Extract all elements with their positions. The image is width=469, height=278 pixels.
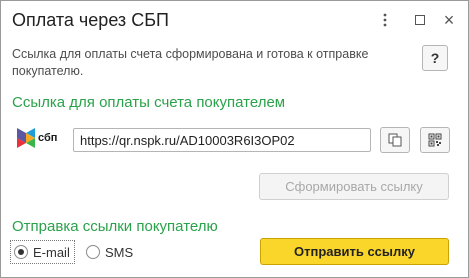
kebab-menu-icon[interactable] — [375, 10, 395, 30]
sbp-logo-icon — [17, 128, 35, 148]
radio-sms-label: SMS — [105, 244, 134, 260]
info-text: Ссылка для оплаты счета сформирована и г… — [12, 47, 369, 78]
maximize-icon[interactable] — [410, 10, 430, 30]
sbp-logo: сбп — [17, 127, 67, 149]
help-button[interactable]: ? — [422, 45, 448, 71]
copy-link-button[interactable] — [380, 127, 410, 153]
radio-email-label: E-mail — [33, 244, 70, 260]
radio-sms-circle[interactable] — [86, 245, 100, 259]
link-section-title: Ссылка для оплаты счета покупателем — [12, 94, 286, 111]
payment-link-field[interactable] — [73, 128, 371, 152]
sbp-payment-dialog: Оплата через СБП × Ссылка для оплаты сче… — [0, 0, 469, 278]
close-icon[interactable]: × — [439, 10, 459, 30]
radio-email[interactable]: E-mail — [10, 240, 75, 264]
copy-icon — [388, 133, 402, 147]
send-link-button[interactable]: Отправить ссылку — [260, 238, 449, 265]
radio-email-circle[interactable] — [14, 245, 28, 259]
generate-link-button[interactable]: Сформировать ссылку — [259, 173, 449, 200]
send-section-title: Отправка ссылки покупателю — [12, 218, 218, 235]
sbp-logo-text: сбп — [38, 132, 58, 144]
qr-code-icon — [428, 133, 442, 147]
dialog-title: Оплата через СБП — [12, 10, 169, 30]
radio-sms[interactable]: SMS — [86, 240, 133, 264]
qr-code-button[interactable] — [420, 127, 450, 153]
